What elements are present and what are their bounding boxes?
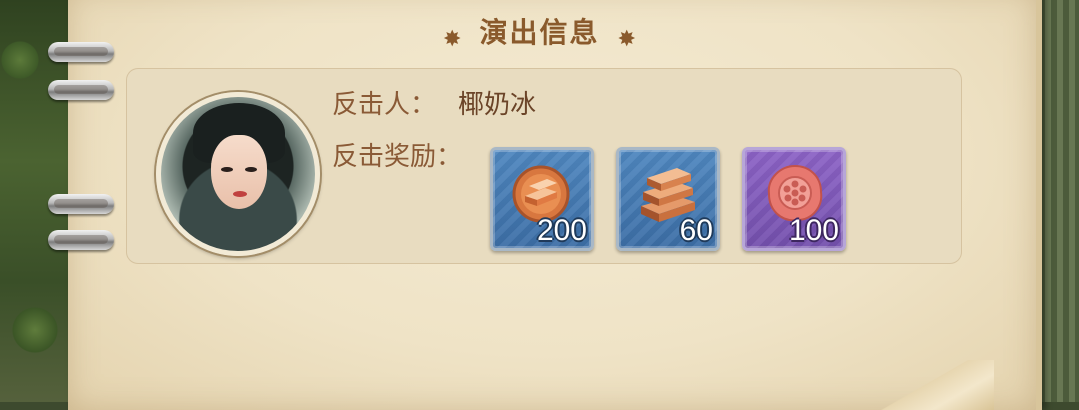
reward-item-wax-seal[interactable]: 100 — [742, 147, 846, 251]
reward-count: 60 — [679, 214, 713, 247]
binder-ring-icon — [48, 194, 114, 214]
attacker-avatar[interactable] — [156, 92, 320, 256]
reward-count: 100 — [788, 214, 839, 247]
attacker-name: 椰奶冰 — [458, 90, 537, 120]
star-ornament-icon: ✸ — [443, 27, 462, 52]
binder-ring-icon — [48, 80, 114, 100]
star-ornament-icon: ✸ — [617, 27, 636, 52]
avatar-lips — [233, 191, 247, 197]
reward-count: 200 — [536, 214, 587, 247]
avatar-eye — [221, 167, 233, 172]
page-title: 演出信息 — [479, 16, 600, 49]
header: ✸ 演出信息 ✸ — [0, 6, 1079, 56]
reward-item-copper-coin[interactable]: 200 — [490, 147, 594, 251]
avatar-face — [211, 135, 267, 209]
reward-label: 反击奖励： — [332, 142, 463, 172]
reward-item-copper-ingots[interactable]: 60 — [616, 147, 720, 251]
avatar-eye — [245, 167, 257, 172]
attacker-label: 反击人： — [332, 90, 437, 120]
binder-ring-icon — [48, 230, 114, 250]
page-curl — [874, 360, 994, 410]
